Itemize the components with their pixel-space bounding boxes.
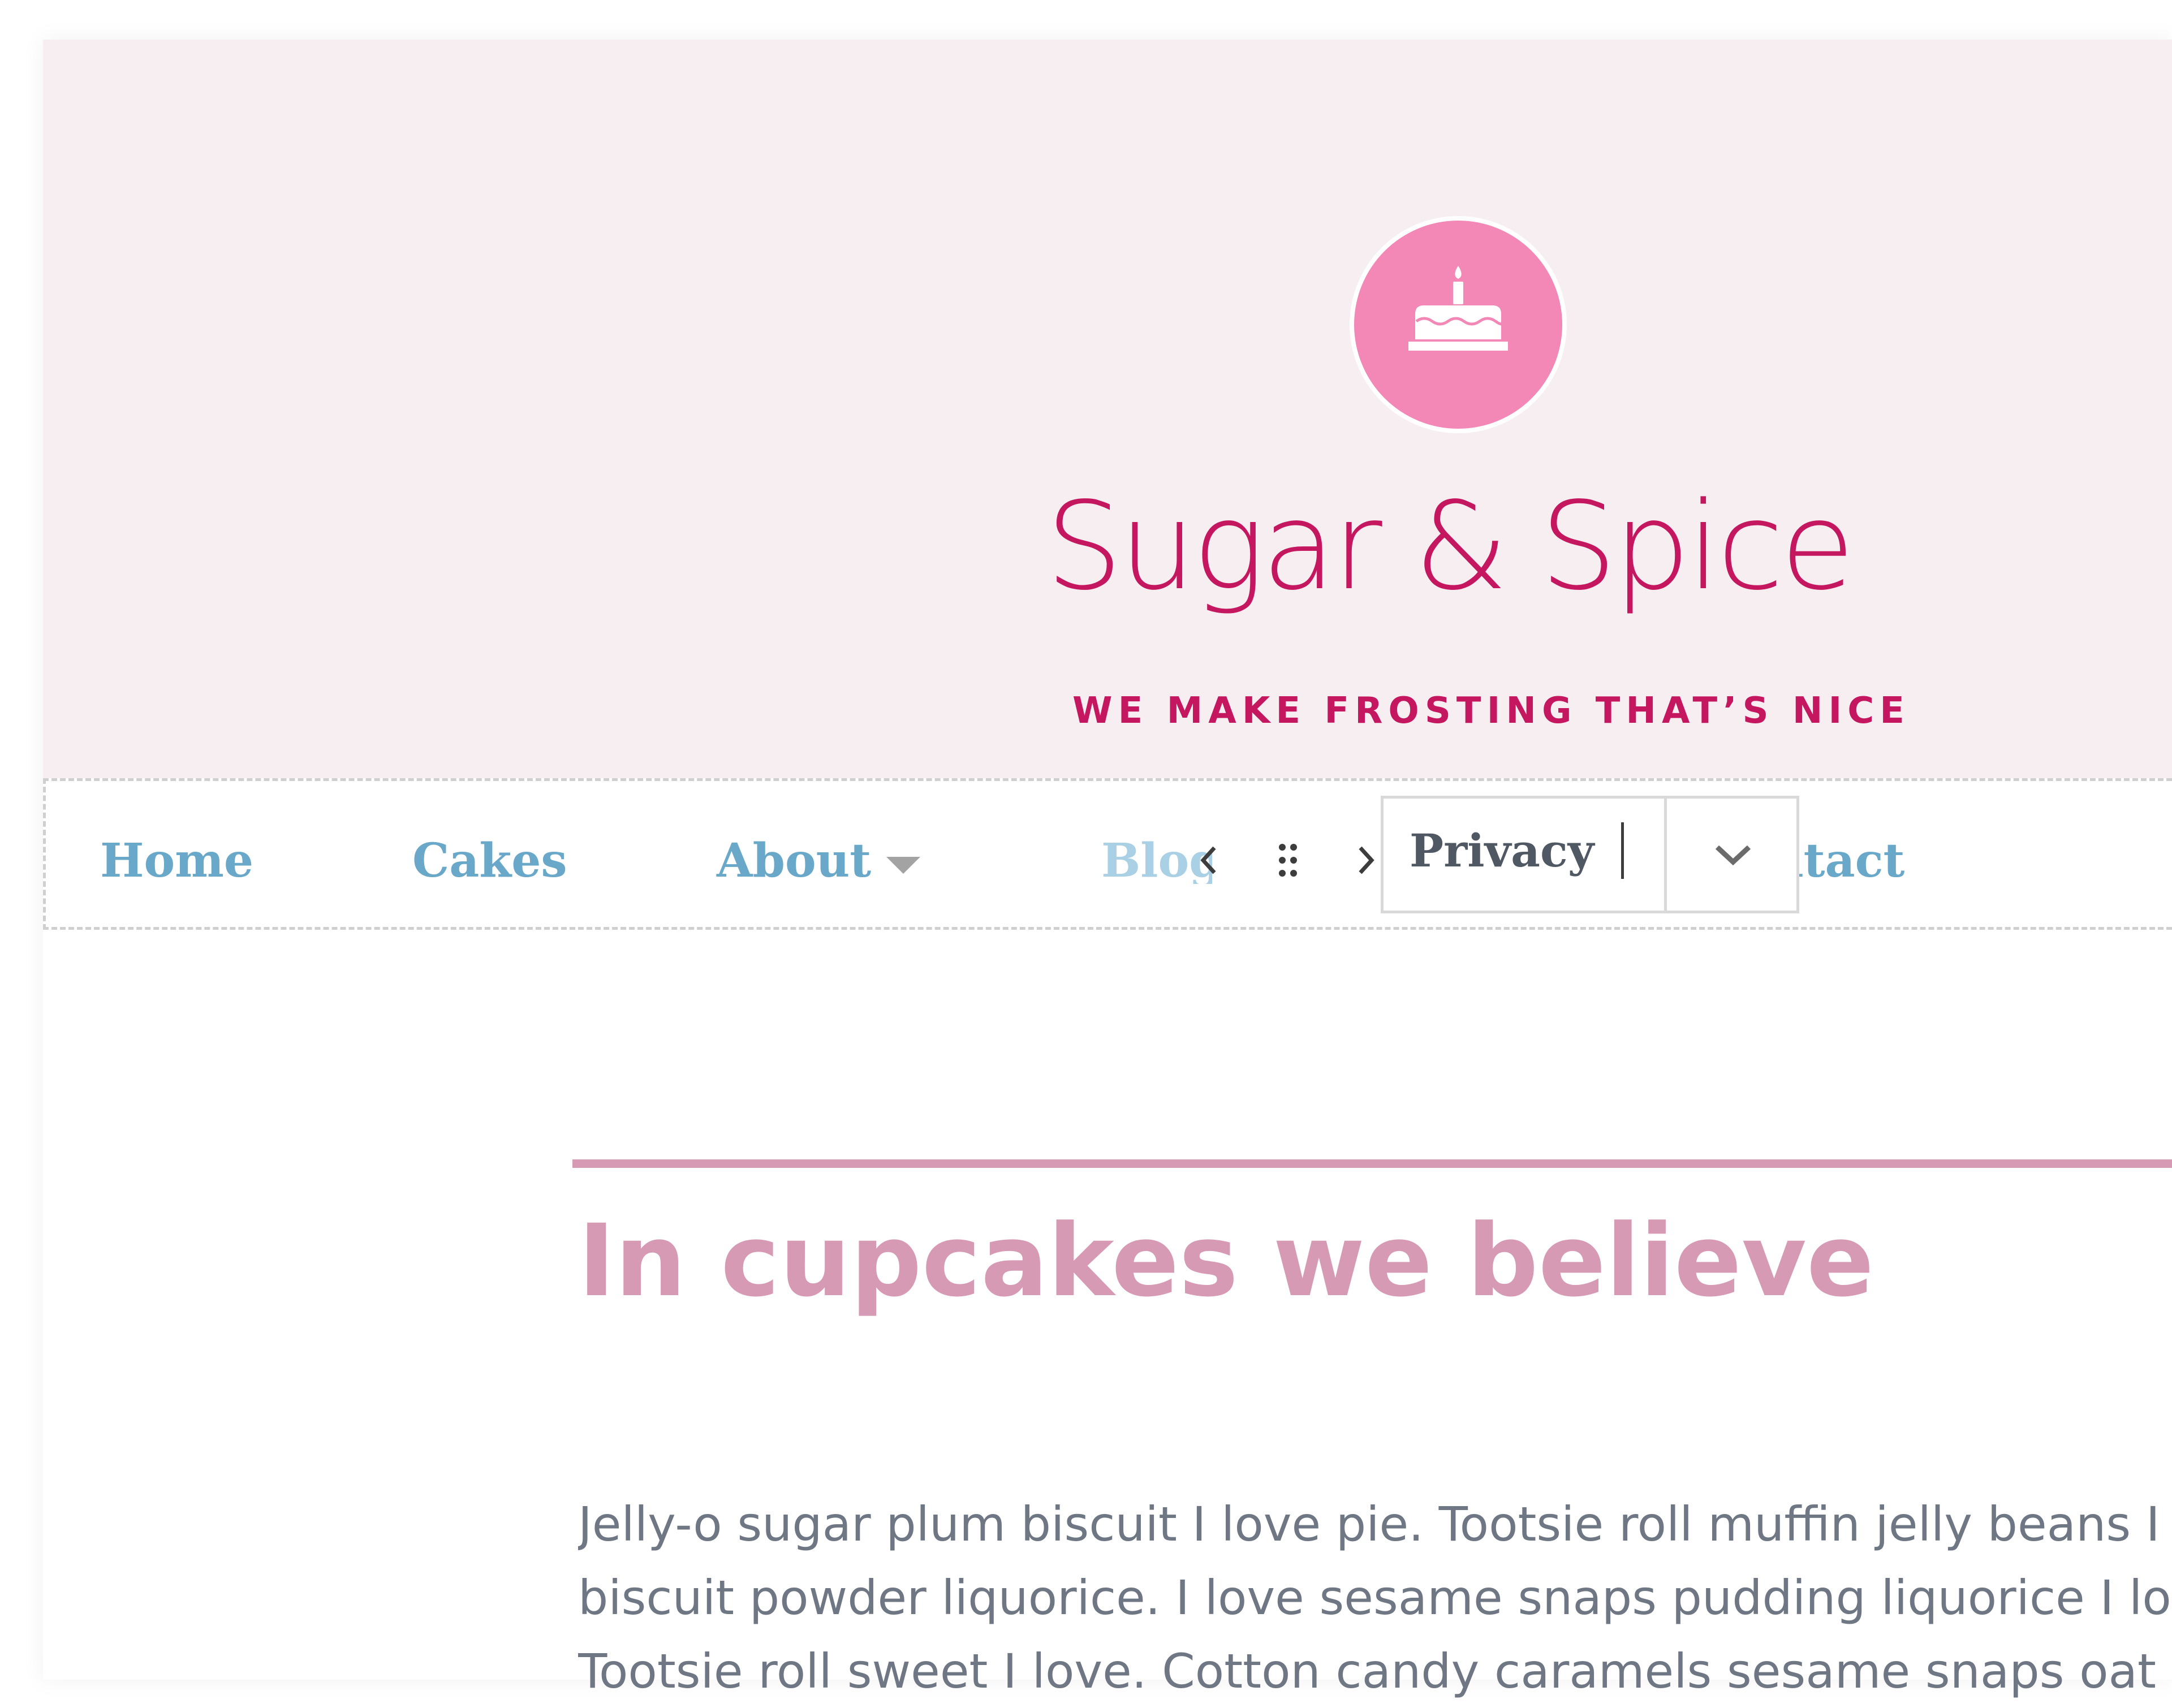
- link-label-input[interactable]: Privacy: [1410, 828, 1594, 873]
- site-header: Sugar & Spice WE MAKE FROSTING THAT’S NI…: [43, 40, 2172, 778]
- site-tagline: WE MAKE FROSTING THAT’S NICE: [1072, 690, 1910, 732]
- submenu-caret-icon[interactable]: [886, 857, 920, 874]
- nav-item-home[interactable]: Home: [100, 838, 253, 884]
- body-paragraph[interactable]: Jelly-o sugar plum biscuit I love pie. T…: [578, 1487, 2172, 1708]
- link-edit-control[interactable]: Privacy: [1381, 796, 1799, 913]
- chevron-left-icon[interactable]: [1186, 832, 1231, 888]
- submenu-toggle-button[interactable]: [1667, 799, 1799, 911]
- nav-item-cakes[interactable]: Cakes: [412, 838, 567, 884]
- editor-canvas: Sugar & Spice WE MAKE FROSTING THAT’S NI…: [43, 40, 2172, 1699]
- site-title[interactable]: Sugar & Spice: [1016, 486, 1881, 607]
- drag-handle-icon[interactable]: [1265, 832, 1311, 888]
- paragraph-line: Jelly-o sugar plum biscuit I love pie. T…: [578, 1496, 2172, 1552]
- chevron-down-icon: [1715, 845, 1751, 866]
- nav-item-about[interactable]: About: [717, 838, 871, 884]
- birthday-cake-icon: [1408, 266, 1508, 351]
- paragraph-line: Tootsie roll sweet I love. Cotton candy …: [578, 1644, 2172, 1699]
- separator: [572, 1159, 2172, 1168]
- site-logo[interactable]: [1354, 221, 1562, 429]
- paragraph-line: biscuit powder liquorice. I love sesame …: [578, 1570, 2172, 1625]
- text-cursor: [1621, 822, 1624, 879]
- page-heading[interactable]: In cupcakes we believe: [578, 1211, 1874, 1311]
- navigation-block[interactable]: Home Cakes About Blog Contact Privacy: [43, 778, 2172, 930]
